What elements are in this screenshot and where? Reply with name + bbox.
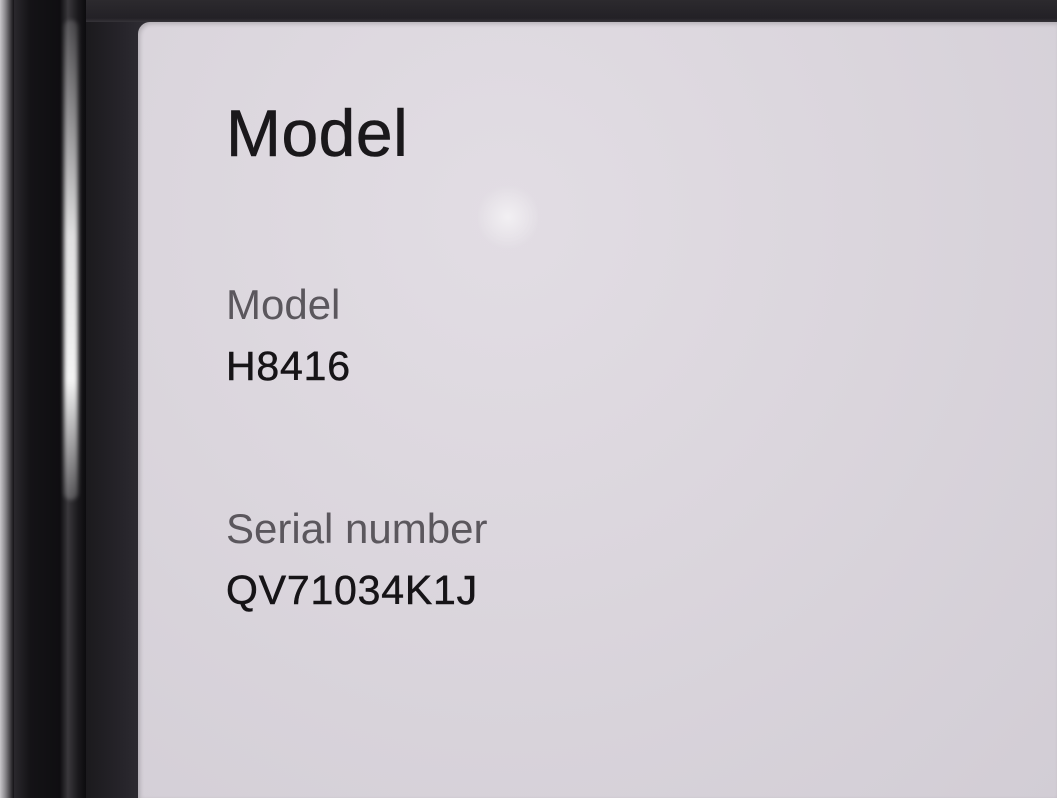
screen-shadow	[86, 22, 146, 798]
page-title: Model	[226, 96, 409, 170]
serial-number-info-item[interactable]: Serial number QV71034K1J	[226, 505, 488, 613]
device-bezel	[0, 0, 14, 798]
model-value: H8416	[226, 343, 351, 389]
model-info-item[interactable]: Model H8416	[226, 284, 351, 387]
screen-glare	[478, 182, 538, 252]
serial-number-value: QV71034K1J	[226, 567, 478, 613]
photo-scene: Model Model H8416 Serial number QV71034K…	[0, 0, 1057, 798]
model-label: Model	[226, 281, 341, 328]
settings-screen: Model Model H8416 Serial number QV71034K…	[138, 22, 1057, 798]
edge-glint	[64, 20, 78, 500]
serial-number-label: Serial number	[226, 505, 488, 552]
